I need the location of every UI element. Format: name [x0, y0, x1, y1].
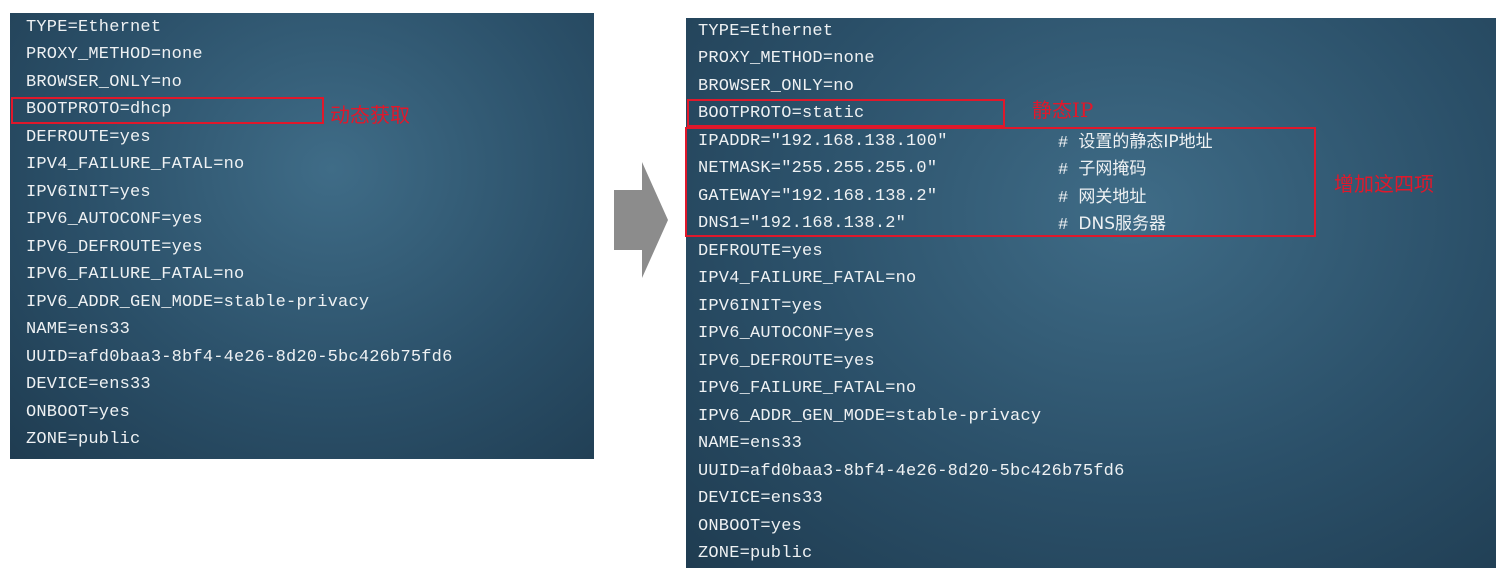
config-line-device: DEVICE=ens33: [698, 489, 823, 508]
config-line-ipv6-defroute: IPV6_DEFROUTE=yes: [698, 352, 875, 371]
config-line-ipv4-failure: IPV4_FAILURE_FATAL=no: [698, 269, 917, 288]
config-line-zone: ZONE=public: [698, 544, 813, 563]
config-line-ipv6init: IPV6INIT=yes: [26, 183, 151, 202]
config-line-ipv4-failure: IPV4_FAILURE_FATAL=no: [26, 155, 245, 174]
config-line-type: TYPE=Ethernet: [698, 22, 834, 41]
config-line-ipv6-addr-gen: IPV6_ADDR_GEN_MODE=stable-privacy: [698, 407, 1042, 426]
highlight-box-added-items: [685, 127, 1316, 237]
config-line-ipv6-defroute: IPV6_DEFROUTE=yes: [26, 238, 203, 257]
config-line-ipv6init: IPV6INIT=yes: [698, 297, 823, 316]
config-line-name: NAME=ens33: [698, 434, 803, 453]
highlight-box-bootproto-static: [687, 99, 1005, 127]
config-line-type: TYPE=Ethernet: [26, 18, 162, 37]
config-line-defroute: DEFROUTE=yes: [26, 128, 151, 147]
highlight-box-bootproto-dhcp: [11, 97, 324, 124]
config-line-ipv6-autoconf: IPV6_AUTOCONF=yes: [698, 324, 875, 343]
config-line-uuid: UUID=afd0baa3-8bf4-4e26-8d20-5bc426b75fd…: [698, 462, 1125, 481]
config-line-uuid: UUID=afd0baa3-8bf4-4e26-8d20-5bc426b75fd…: [26, 348, 453, 367]
config-line-ipv6-failure: IPV6_FAILURE_FATAL=no: [698, 379, 917, 398]
config-line-proxy-method: PROXY_METHOD=none: [26, 45, 203, 64]
annotation-static-ip: 静态IP: [1032, 98, 1094, 122]
config-line-onboot: ONBOOT=yes: [698, 517, 803, 536]
config-line-ipv6-addr-gen: IPV6_ADDR_GEN_MODE=stable-privacy: [26, 293, 370, 312]
annotation-add-four-items: 增加这四项: [1334, 172, 1434, 196]
right-arrow-icon: [614, 162, 668, 278]
config-line-browser-only: BROWSER_ONLY=no: [698, 77, 855, 96]
config-line-name: NAME=ens33: [26, 320, 131, 339]
config-panel-before: TYPE=Ethernet PROXY_METHOD=none BROWSER_…: [10, 13, 594, 459]
config-line-ipv6-autoconf: IPV6_AUTOCONF=yes: [26, 210, 203, 229]
annotation-dynamic: 动态获取: [330, 103, 410, 127]
config-line-defroute: DEFROUTE=yes: [698, 242, 823, 261]
config-line-zone: ZONE=public: [26, 430, 141, 449]
config-line-browser-only: BROWSER_ONLY=no: [26, 73, 183, 92]
config-line-proxy-method: PROXY_METHOD=none: [698, 49, 875, 68]
config-line-ipv6-failure: IPV6_FAILURE_FATAL=no: [26, 265, 245, 284]
config-line-device: DEVICE=ens33: [26, 375, 151, 394]
config-line-onboot: ONBOOT=yes: [26, 403, 131, 422]
